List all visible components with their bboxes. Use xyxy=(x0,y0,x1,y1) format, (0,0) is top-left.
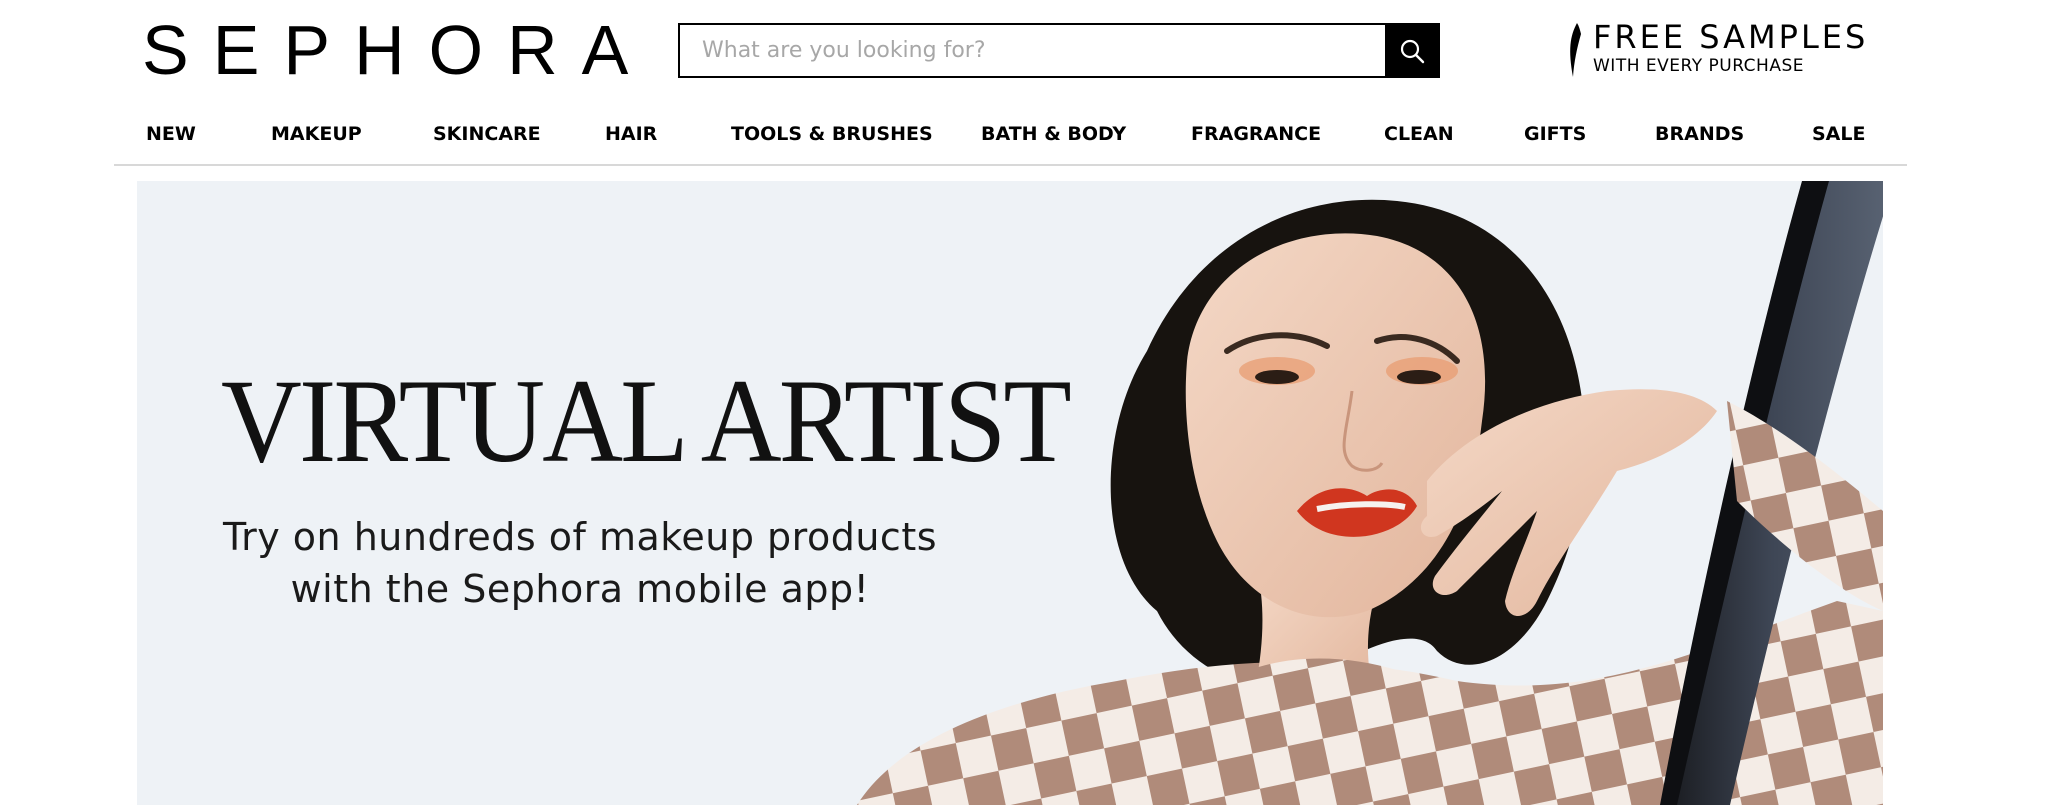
hero-title-wordmark: VIRTUAL ARTIST xyxy=(221,354,1074,487)
main-nav: NEW MAKEUP SKINCARE HAIR TOOLS & BRUSHES… xyxy=(114,107,1907,166)
hero-subtitle: Try on hundreds of makeup products with … xyxy=(215,511,945,615)
nav-item-gifts[interactable]: GIFTS xyxy=(1524,123,1586,145)
nav-item-hair[interactable]: HAIR xyxy=(605,123,657,145)
search-bar xyxy=(678,23,1440,78)
nav-item-skincare[interactable]: SKINCARE xyxy=(433,123,541,145)
nav-item-bath-body[interactable]: BATH & BODY xyxy=(981,123,1126,145)
hero-subtitle-line-2: with the Sephora mobile app! xyxy=(290,567,870,611)
hero-subtitle-line-1: Try on hundreds of makeup products xyxy=(222,515,938,559)
nav-item-fragrance[interactable]: FRAGRANCE xyxy=(1191,123,1321,145)
sephora-flame-icon xyxy=(1570,23,1581,77)
nav-item-new[interactable]: NEW xyxy=(146,123,196,145)
sephora-logo[interactable]: SEPHORA xyxy=(142,15,628,85)
nav-item-brands[interactable]: BRANDS xyxy=(1655,123,1744,145)
search-icon xyxy=(1400,39,1424,63)
search-button[interactable] xyxy=(1385,25,1438,76)
hero-title: VIRTUAL ARTIST xyxy=(137,354,1257,487)
nav-item-clean[interactable]: CLEAN xyxy=(1384,123,1454,145)
svg-text:VIRTUAL ARTIST: VIRTUAL ARTIST xyxy=(221,361,1071,481)
search-input[interactable] xyxy=(680,25,1385,76)
nav-item-sale[interactable]: SALE xyxy=(1812,123,1865,145)
promo-title: FREE SAMPLES xyxy=(1593,18,1869,56)
nav-item-makeup[interactable]: MAKEUP xyxy=(271,123,362,145)
nav-item-tools-brushes[interactable]: TOOLS & BRUSHES xyxy=(731,123,933,145)
hero-model-image xyxy=(857,181,1883,805)
hero-banner[interactable]: VIRTUAL ARTIST Try on hundreds of makeup… xyxy=(137,181,1883,805)
promo-subtitle: WITH EVERY PURCHASE xyxy=(1593,56,1804,76)
free-samples-promo[interactable]: FREE SAMPLES WITH EVERY PURCHASE xyxy=(1563,18,1865,80)
